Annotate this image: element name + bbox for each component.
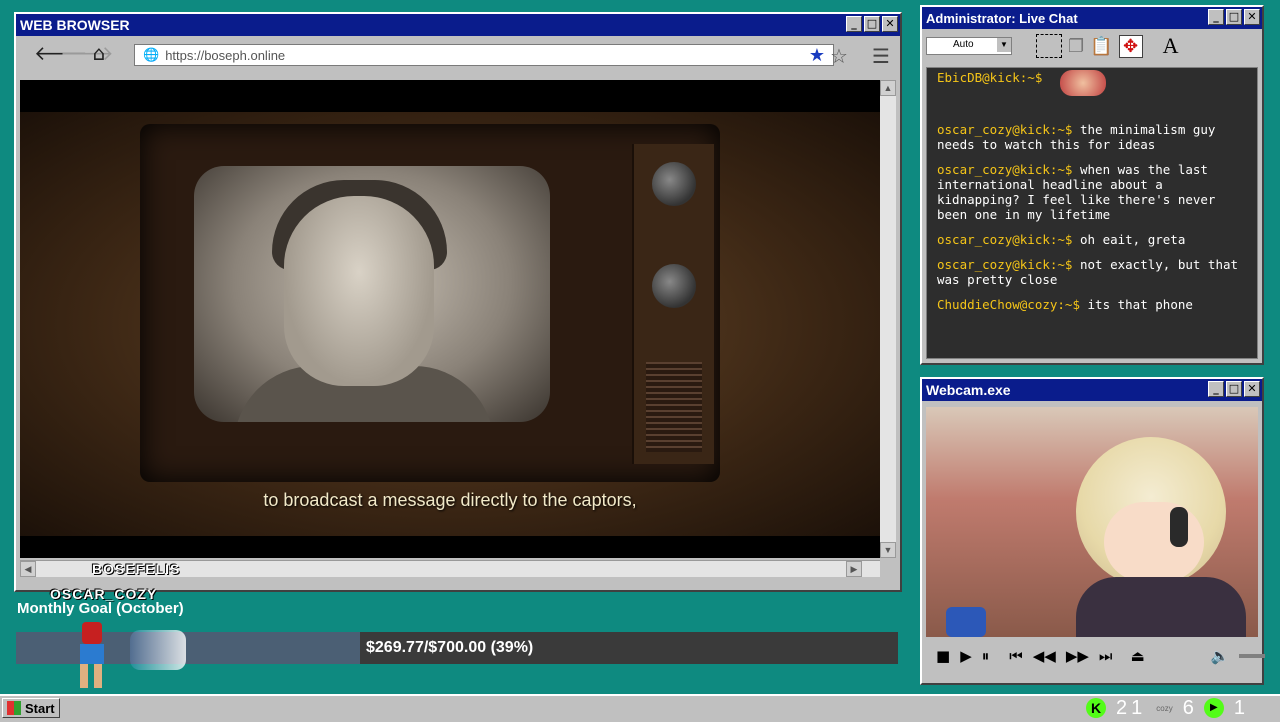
globe-icon: 🌐 xyxy=(143,47,160,63)
vertical-scrollbar[interactable]: ▲ ▼ xyxy=(880,80,896,558)
system-tray: K 21 cozy 6 ▶ 1 xyxy=(1086,696,1245,720)
webcam-window: Webcam.exe _ □ ✕ ■ ▶ ⏸ ⏮ ◀◀ ▶▶ ⏭ ⏏ 🔈 xyxy=(920,377,1266,685)
streamer-name-1: BOSEFELIS xyxy=(92,561,181,577)
select-rect-icon[interactable] xyxy=(1036,34,1062,58)
windows-logo-icon xyxy=(7,701,21,715)
close-button[interactable]: ✕ xyxy=(1244,9,1260,25)
back-arrow-icon[interactable]: 🡐 xyxy=(34,41,88,65)
stop-icon[interactable]: ■ xyxy=(936,647,950,665)
chat-messages: EbicDB@kick:~$ oscar_cozy@kick:~$ the mi… xyxy=(926,67,1258,359)
emote-image xyxy=(1059,70,1106,96)
television-image xyxy=(140,124,720,482)
scroll-right-icon[interactable]: ▶ xyxy=(846,561,862,577)
browser-titlebar[interactable]: WEB BROWSER _ □ ✕ xyxy=(16,14,900,36)
move-icon[interactable]: ✥ xyxy=(1118,34,1143,58)
font-select[interactable]: Auto ▼ xyxy=(926,37,1012,55)
chat-message: ChuddieChow@cozy:~$ its that phone xyxy=(937,297,1193,312)
webcam-feed-image xyxy=(926,407,1258,637)
cozy-icon: cozy xyxy=(1156,703,1173,713)
media-controls: ■ ▶ ⏸ ⏮ ◀◀ ▶▶ ⏭ ⏏ 🔈 xyxy=(936,647,1266,665)
chat-title: Administrator: Live Chat xyxy=(926,10,1078,26)
forward-arrow-icon[interactable]: 🡒 xyxy=(60,41,114,65)
volume-icon[interactable]: 🔈 xyxy=(1211,647,1230,665)
webcam-titlebar[interactable]: Webcam.exe _ □ ✕ xyxy=(922,379,1262,401)
eject-icon[interactable]: ⏏ xyxy=(1130,647,1144,665)
address-bar[interactable]: 🌐 https://boseph.online ★ xyxy=(134,44,834,66)
video-viewport[interactable]: to broadcast a message directly to the c… xyxy=(20,80,880,558)
close-button[interactable]: ✕ xyxy=(882,16,898,32)
scroll-down-icon[interactable]: ▼ xyxy=(880,542,896,558)
tv-screen-image xyxy=(194,166,550,422)
chat-message: oscar_cozy@kick:~$ oh eait, greta xyxy=(937,232,1186,247)
runner-sprite-image xyxy=(72,612,112,692)
play-circle-icon: ▶ xyxy=(1203,698,1224,718)
chat-message: oscar_cozy@kick:~$ the minimalism guy ne… xyxy=(937,122,1216,152)
start-button[interactable]: Start xyxy=(2,698,60,718)
menu-icon[interactable]: ☰ xyxy=(872,44,890,68)
kick-icon: K xyxy=(1086,698,1106,718)
maximize-button[interactable]: □ xyxy=(864,16,880,32)
ghost-sprite-image xyxy=(130,630,186,670)
chat-message: EbicDB@kick:~$ xyxy=(937,70,1247,96)
bookmark-star-filled-icon[interactable]: ★ xyxy=(809,45,825,66)
browser-title: WEB BROWSER xyxy=(20,17,130,33)
favorites-star-icon[interactable]: ☆ xyxy=(830,44,848,68)
play-icon[interactable]: ▶ xyxy=(960,647,972,665)
text-tool-icon[interactable]: A xyxy=(1163,33,1179,59)
copy-icon[interactable]: ❐ xyxy=(1068,36,1084,57)
cozy-viewer-count: 6 xyxy=(1182,696,1194,719)
chat-message: oscar_cozy@kick:~$ not exactly, but that… xyxy=(937,257,1239,287)
video-subtitle: to broadcast a message directly to the c… xyxy=(263,490,637,510)
close-button[interactable]: ✕ xyxy=(1244,381,1260,397)
rewind-icon[interactable]: ◀◀ xyxy=(1033,647,1056,665)
minimize-button[interactable]: _ xyxy=(1208,9,1224,25)
paste-icon[interactable]: 📋 xyxy=(1090,36,1112,57)
maximize-button[interactable]: □ xyxy=(1226,381,1242,397)
minimize-button[interactable]: _ xyxy=(1208,381,1224,397)
maximize-button[interactable]: □ xyxy=(1226,9,1242,25)
browser-window: WEB BROWSER _ □ ✕ 🡐 🡒 ⌂ 🌐 https://boseph… xyxy=(14,12,902,592)
skip-forward-icon[interactable]: ⏭ xyxy=(1099,647,1113,665)
kick-viewer-count: 21 xyxy=(1116,696,1147,719)
goal-progress-fill xyxy=(16,632,360,664)
fast-forward-icon[interactable]: ▶▶ xyxy=(1066,647,1089,665)
taskbar: Start K 21 cozy 6 ▶ 1 xyxy=(0,694,1280,722)
goal-amount-text: $269.77/$700.00 (39%) xyxy=(366,639,534,656)
scroll-left-icon[interactable]: ◀ xyxy=(20,561,36,577)
chat-message: oscar_cozy@kick:~$ when was the last int… xyxy=(937,162,1216,222)
webcam-title: Webcam.exe xyxy=(926,382,1011,398)
skip-back-icon[interactable]: ⏮ xyxy=(1009,647,1023,665)
minimize-button[interactable]: _ xyxy=(846,16,862,32)
url-text: https://boseph.online xyxy=(165,47,286,63)
chat-toolbar: Auto ▼ ❐ 📋 ✥ A xyxy=(922,29,1262,63)
chat-titlebar[interactable]: Administrator: Live Chat _ □ ✕ xyxy=(922,7,1262,29)
volume-slider[interactable] xyxy=(1239,654,1266,658)
chevron-down-icon[interactable]: ▼ xyxy=(997,38,1011,52)
home-icon[interactable]: ⌂ xyxy=(86,41,112,65)
video-frame xyxy=(20,112,880,536)
chat-window: Administrator: Live Chat _ □ ✕ Auto ▼ ❐ … xyxy=(920,5,1264,365)
scroll-up-icon[interactable]: ▲ xyxy=(880,80,896,96)
third-viewer-count: 1 xyxy=(1233,696,1245,719)
pause-icon[interactable]: ⏸ xyxy=(982,647,990,665)
start-label: Start xyxy=(25,700,55,716)
